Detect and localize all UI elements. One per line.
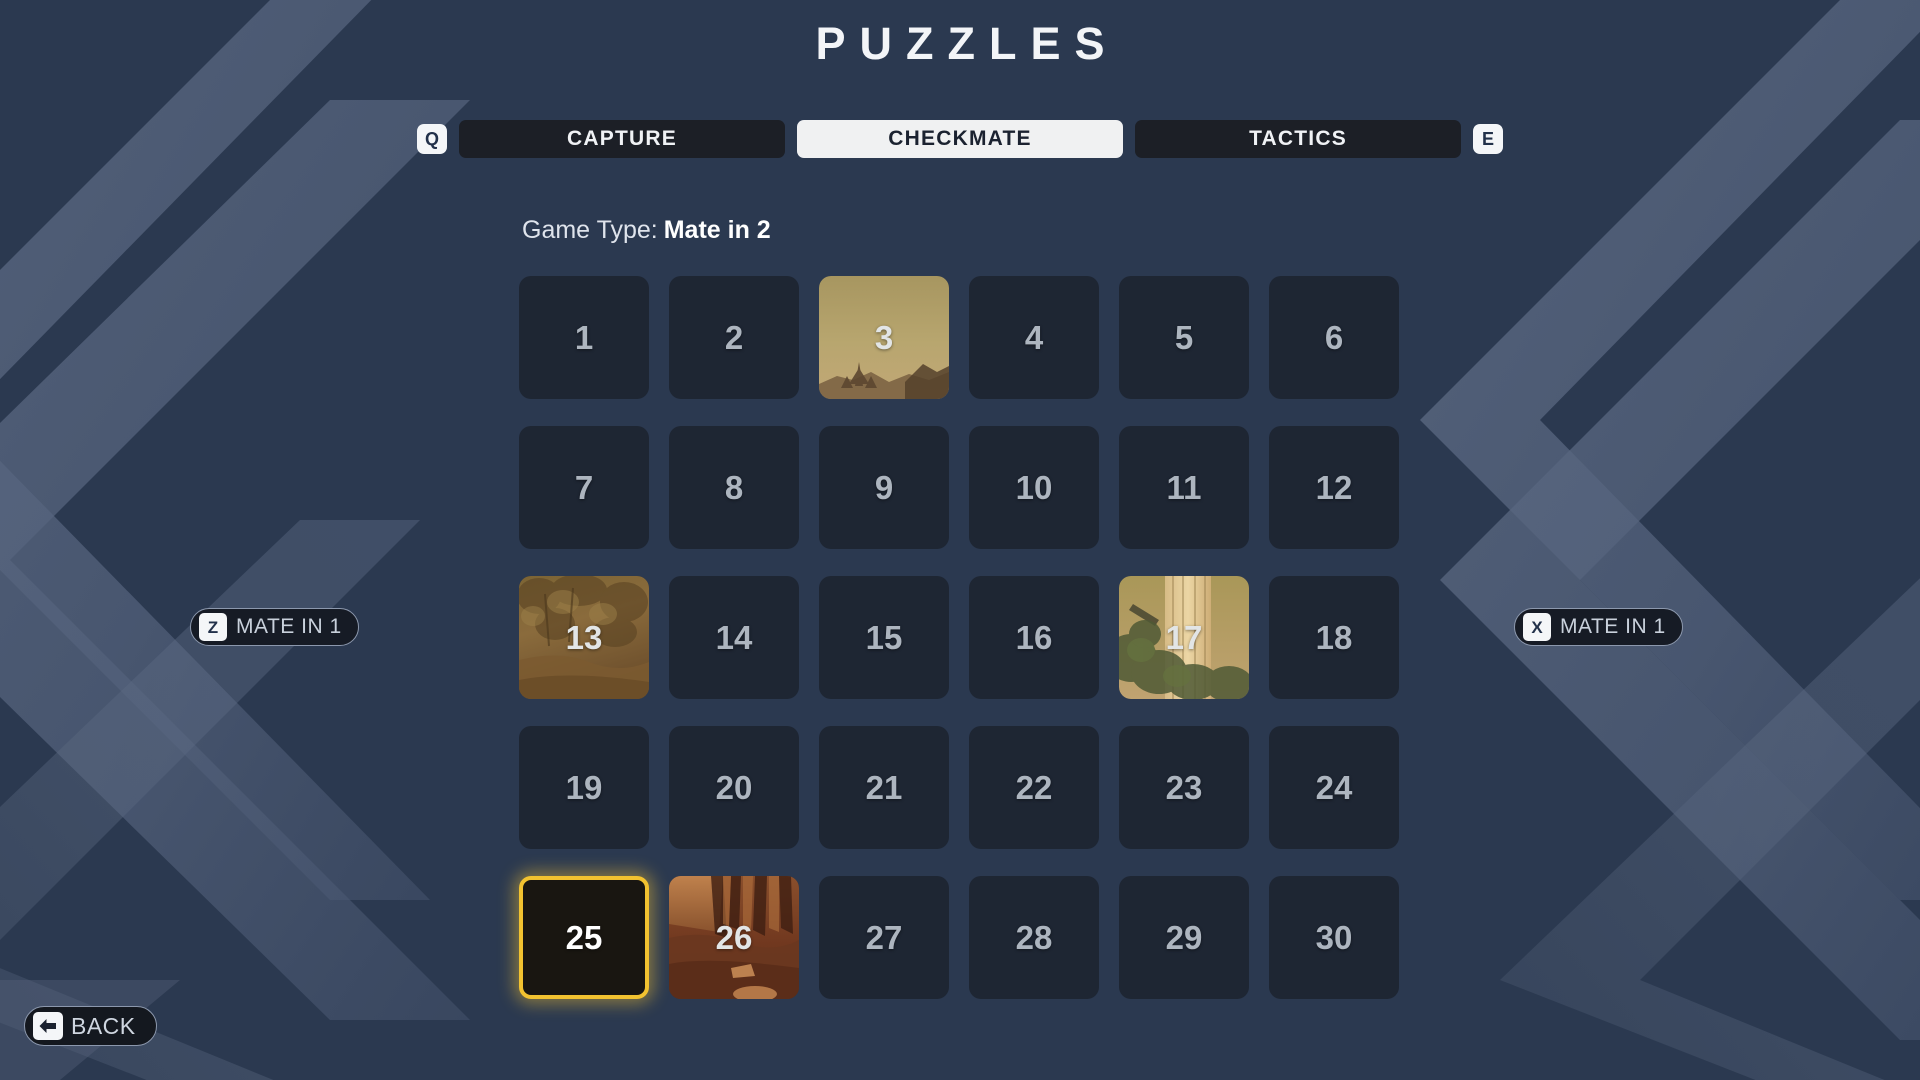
puzzle-tile-20[interactable]: 20 bbox=[669, 726, 799, 849]
puzzle-tile-number: 14 bbox=[715, 618, 753, 656]
puzzle-tile-14[interactable]: 14 bbox=[669, 576, 799, 699]
back-button[interactable]: BACK bbox=[24, 1006, 157, 1046]
puzzle-tile-number: 23 bbox=[1165, 768, 1203, 806]
puzzle-tile-13[interactable]: 13 bbox=[519, 576, 649, 699]
puzzle-tile-number: 11 bbox=[1166, 468, 1202, 506]
puzzle-tile-number: 19 bbox=[565, 768, 603, 806]
puzzle-tile-11[interactable]: 11 bbox=[1119, 426, 1249, 549]
puzzle-tile-number: 29 bbox=[1165, 918, 1203, 956]
tab-capture[interactable]: CAPTURE bbox=[459, 120, 785, 158]
puzzle-tile-7[interactable]: 7 bbox=[519, 426, 649, 549]
puzzle-tile-18[interactable]: 18 bbox=[1269, 576, 1399, 699]
puzzle-tile-10[interactable]: 10 bbox=[969, 426, 1099, 549]
puzzle-tile-number: 25 bbox=[565, 918, 603, 956]
puzzle-tile-8[interactable]: 8 bbox=[669, 426, 799, 549]
game-type-value: Mate in 2 bbox=[663, 216, 771, 244]
puzzle-tile-25[interactable]: 25 bbox=[519, 876, 649, 999]
puzzle-tile-number: 22 bbox=[1015, 768, 1053, 806]
puzzle-tile-number: 10 bbox=[1015, 468, 1053, 506]
puzzle-tile-number: 27 bbox=[865, 918, 903, 956]
puzzle-tile-number: 4 bbox=[1024, 318, 1044, 356]
puzzle-tile-26[interactable]: 26 bbox=[669, 876, 799, 999]
puzzle-tile-17[interactable]: 17 bbox=[1119, 576, 1249, 699]
puzzle-tile-27[interactable]: 27 bbox=[819, 876, 949, 999]
puzzle-tile-number: 30 bbox=[1315, 918, 1353, 956]
puzzle-tile-15[interactable]: 15 bbox=[819, 576, 949, 699]
hint-right-key: X bbox=[1523, 613, 1551, 641]
puzzle-tile-number: 12 bbox=[1315, 468, 1353, 506]
puzzle-grid: 12 3 4 5 6 7 8 9 10 11 12 13 14 15 16 17… bbox=[519, 276, 1399, 999]
puzzle-tile-number: 1 bbox=[574, 318, 594, 356]
puzzle-tile-number: 26 bbox=[715, 918, 753, 956]
puzzle-tile-6[interactable]: 6 bbox=[1269, 276, 1399, 399]
hint-left-label: MATE IN 1 bbox=[236, 615, 342, 638]
puzzle-tile-number: 3 bbox=[874, 318, 894, 356]
puzzle-tile-29[interactable]: 29 bbox=[1119, 876, 1249, 999]
puzzle-tile-number: 6 bbox=[1324, 318, 1344, 356]
puzzle-tile-number: 16 bbox=[1015, 618, 1053, 656]
hint-button-left[interactable]: Z MATE IN 1 bbox=[190, 608, 359, 646]
page-title: PUZZLES bbox=[815, 18, 1119, 69]
tab-tactics[interactable]: TACTICS bbox=[1135, 120, 1461, 158]
tab-bar: Q CAPTURE CHECKMATE TACTICS E bbox=[0, 120, 1920, 158]
puzzle-tile-4[interactable]: 4 bbox=[969, 276, 1099, 399]
puzzle-tile-number: 7 bbox=[574, 468, 594, 506]
puzzle-tile-number: 17 bbox=[1165, 618, 1203, 656]
game-type: Game Type: Mate in 2 bbox=[522, 216, 771, 245]
puzzle-tile-24[interactable]: 24 bbox=[1269, 726, 1399, 849]
puzzle-tile-28[interactable]: 28 bbox=[969, 876, 1099, 999]
puzzle-tile-3[interactable]: 3 bbox=[819, 276, 949, 399]
puzzle-tile-number: 13 bbox=[565, 618, 603, 656]
puzzle-tile-22[interactable]: 22 bbox=[969, 726, 1099, 849]
puzzle-tile-number: 9 bbox=[874, 468, 894, 506]
puzzle-tile-30[interactable]: 30 bbox=[1269, 876, 1399, 999]
puzzle-tile-16[interactable]: 16 bbox=[969, 576, 1099, 699]
tab-checkmate[interactable]: CHECKMATE bbox=[797, 120, 1123, 158]
puzzle-tile-number: 18 bbox=[1315, 618, 1353, 656]
puzzle-tile-1[interactable]: 1 bbox=[519, 276, 649, 399]
left-arrow-icon bbox=[33, 1012, 63, 1040]
back-button-label: BACK bbox=[71, 1012, 136, 1039]
puzzle-tile-number: 15 bbox=[865, 618, 903, 656]
puzzle-tile-number: 8 bbox=[724, 468, 744, 506]
next-tab-key[interactable]: E bbox=[1473, 124, 1503, 154]
prev-tab-key[interactable]: Q bbox=[417, 124, 447, 154]
puzzle-tile-number: 28 bbox=[1015, 918, 1053, 956]
puzzle-tile-12[interactable]: 12 bbox=[1269, 426, 1399, 549]
hint-left-key: Z bbox=[199, 613, 227, 641]
puzzle-tile-5[interactable]: 5 bbox=[1119, 276, 1249, 399]
hint-button-right[interactable]: X MATE IN 1 bbox=[1514, 608, 1683, 646]
puzzle-tile-23[interactable]: 23 bbox=[1119, 726, 1249, 849]
hint-right-label: MATE IN 1 bbox=[1560, 615, 1666, 638]
puzzle-tile-number: 20 bbox=[715, 768, 753, 806]
puzzle-tile-2[interactable]: 2 bbox=[669, 276, 799, 399]
puzzle-tile-number: 21 bbox=[865, 768, 903, 806]
puzzle-tile-number: 5 bbox=[1174, 318, 1194, 356]
puzzle-tile-9[interactable]: 9 bbox=[819, 426, 949, 549]
puzzle-tile-number: 2 bbox=[724, 318, 744, 356]
puzzle-tile-19[interactable]: 19 bbox=[519, 726, 649, 849]
puzzle-tile-number: 24 bbox=[1315, 768, 1353, 806]
puzzle-tile-21[interactable]: 21 bbox=[819, 726, 949, 849]
game-type-label: Game Type: bbox=[522, 216, 658, 244]
